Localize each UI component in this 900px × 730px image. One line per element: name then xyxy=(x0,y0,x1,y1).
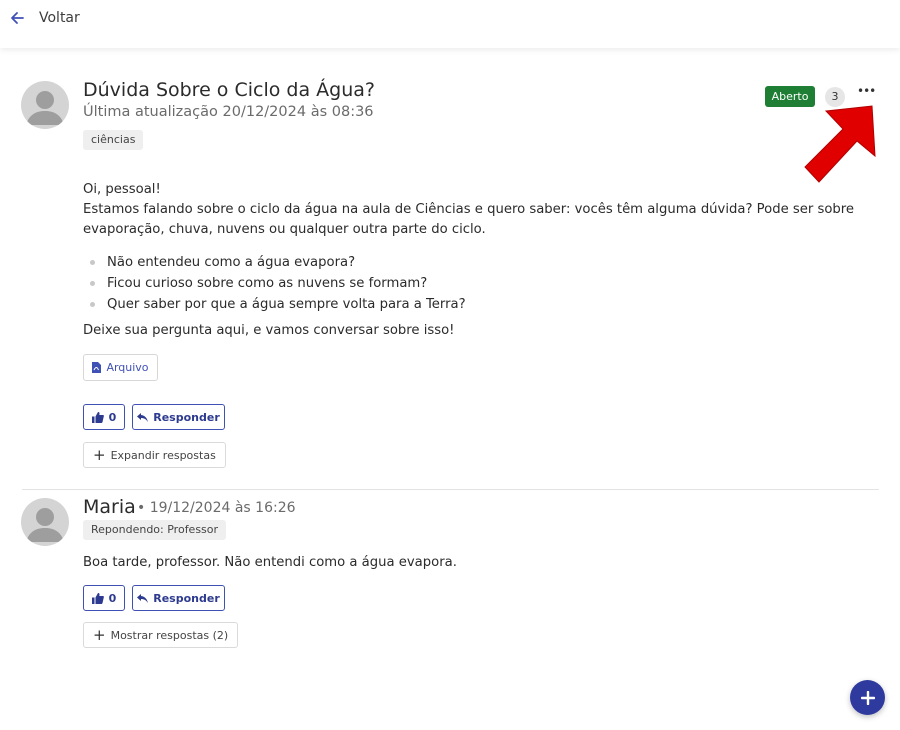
post-paragraph: Estamos falando sobre o ciclo da água na… xyxy=(83,202,855,237)
show-replies-label: Mostrar respostas (2) xyxy=(110,628,229,642)
reply-icon xyxy=(137,412,149,422)
post-title: Dúvida Sobre o Ciclo da Água? xyxy=(83,79,375,101)
thumbs-up-icon xyxy=(91,411,104,423)
show-replies-button[interactable]: + Mostrar respostas (2) xyxy=(83,622,239,648)
plus-icon: + xyxy=(93,625,106,644)
like-button[interactable]: 0 xyxy=(83,404,125,430)
list-item: Ficou curioso sobre como as nuvens se fo… xyxy=(83,273,466,294)
like-count: 0 xyxy=(108,410,117,424)
expand-replies-label: Expandir respostas xyxy=(110,448,216,462)
post-bullet-list: Não entendeu como a água evapora? Ficou … xyxy=(83,252,466,315)
comment-text: Boa tarde, professor. Não entendi como a… xyxy=(83,555,457,570)
reply-button[interactable]: Responder xyxy=(132,404,225,430)
comment-author: Maria xyxy=(83,496,136,518)
plus-icon xyxy=(860,690,875,705)
add-fab-button[interactable] xyxy=(850,680,885,715)
list-item: Não entendeu como a água evapora? xyxy=(83,252,466,273)
comment-reply-label: Responder xyxy=(153,591,220,605)
arrow-left-icon xyxy=(11,12,24,24)
comment-date: • 19/12/2024 às 16:26 xyxy=(137,500,296,516)
plus-icon: + xyxy=(93,445,106,464)
list-item: Quer saber por que a água sempre volta p… xyxy=(83,294,466,315)
attachment-button[interactable]: Arquivo xyxy=(83,354,158,381)
top-bar: Voltar xyxy=(0,0,900,48)
expand-replies-button[interactable]: + Expandir respostas xyxy=(83,442,226,468)
post-tag: ciências xyxy=(83,130,144,150)
reply-icon xyxy=(137,593,149,603)
attachment-label: Arquivo xyxy=(106,361,149,374)
thumbs-up-icon xyxy=(91,592,104,604)
annotation-arrow-icon xyxy=(804,105,876,183)
avatar xyxy=(21,81,69,129)
user-placeholder-icon xyxy=(26,508,64,542)
comment-like-count: 0 xyxy=(108,591,117,605)
reply-label: Responder xyxy=(153,410,220,424)
back-button[interactable]: Voltar xyxy=(10,10,80,26)
post-greeting: Oi, pessoal! xyxy=(83,182,161,197)
comment-like-button[interactable]: 0 xyxy=(83,585,125,611)
comment-avatar xyxy=(21,498,69,546)
replying-to-badge: Repondendo: Professor xyxy=(83,520,227,540)
user-placeholder-icon xyxy=(26,91,64,125)
post-outro: Deixe sua pergunta aqui, e vamos convers… xyxy=(83,323,455,338)
pdf-file-icon xyxy=(92,362,102,373)
divider xyxy=(22,489,879,490)
post-updated: Última atualização 20/12/2024 às 08:36 xyxy=(83,104,374,120)
comment-reply-button[interactable]: Responder xyxy=(132,585,225,611)
post-body: Oi, pessoal! Estamos falando sobre o cic… xyxy=(83,180,873,240)
back-label: Voltar xyxy=(39,10,80,26)
